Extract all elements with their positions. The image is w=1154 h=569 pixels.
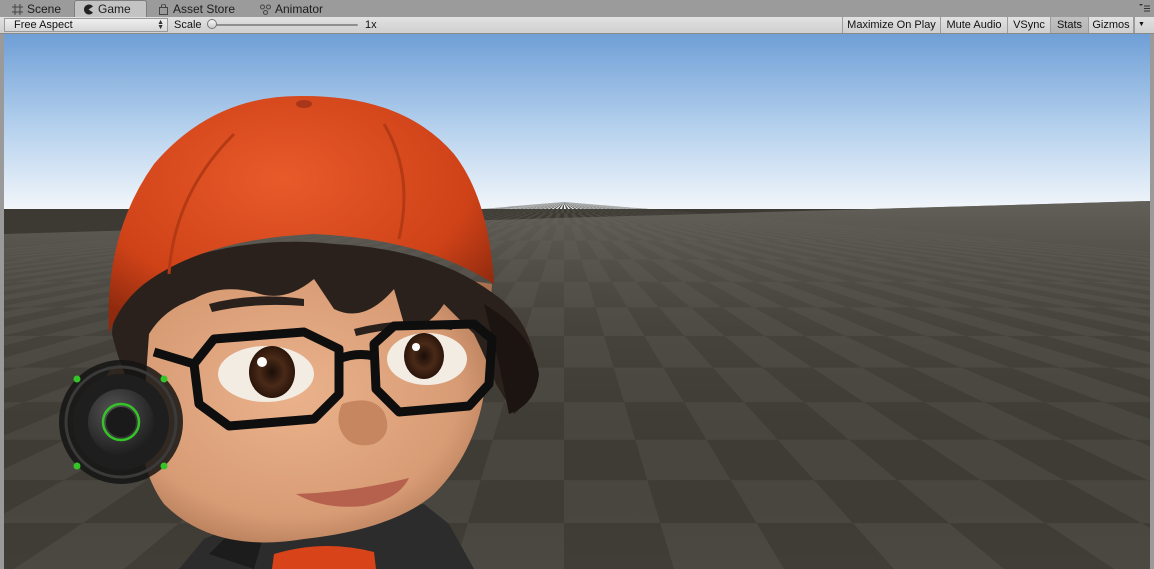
gizmos-dropdown-arrow-icon[interactable]: ▼ bbox=[1134, 17, 1148, 33]
tab-animator[interactable]: Animator bbox=[252, 1, 331, 17]
game-toolbar: Free Aspect ▲ ▼ Scale 1x Maximize On Play… bbox=[0, 17, 1154, 34]
aspect-value: Free Aspect bbox=[14, 19, 73, 31]
virtual-joystick[interactable] bbox=[59, 360, 183, 484]
dropdown-arrows-icon: ▲ ▼ bbox=[157, 19, 164, 31]
tab-asset-store-label: Asset Store bbox=[173, 2, 236, 16]
gizmos-button[interactable]: Gizmos bbox=[1088, 17, 1134, 33]
tab-game-label: Game bbox=[98, 2, 131, 16]
bag-icon bbox=[159, 3, 168, 15]
tab-animator-label: Animator bbox=[275, 2, 324, 16]
tab-scene-label: Scene bbox=[27, 2, 62, 16]
tab-asset-store[interactable]: Asset Store bbox=[150, 1, 243, 17]
tab-game[interactable]: Game bbox=[74, 0, 147, 17]
panel-menu-icon[interactable] bbox=[1138, 3, 1150, 13]
stats-button[interactable]: Stats bbox=[1050, 17, 1088, 33]
pacman-icon bbox=[84, 4, 93, 15]
scale-label: Scale bbox=[174, 19, 202, 31]
nodes-icon bbox=[260, 4, 271, 15]
aspect-dropdown[interactable]: Free Aspect ▲ ▼ bbox=[4, 18, 168, 32]
grid-icon bbox=[12, 3, 23, 15]
scale-slider-track[interactable] bbox=[210, 24, 358, 26]
maximize-on-play-button[interactable]: Maximize On Play bbox=[842, 17, 940, 33]
mute-audio-button[interactable]: Mute Audio bbox=[940, 17, 1007, 33]
tab-bar: Scene Game Asset Store Animator bbox=[0, 0, 1154, 17]
scale-slider-thumb[interactable] bbox=[207, 19, 217, 29]
game-render bbox=[4, 34, 1150, 569]
tab-scene[interactable]: Scene bbox=[4, 1, 69, 17]
vsync-button[interactable]: VSync bbox=[1007, 17, 1050, 33]
game-viewport[interactable] bbox=[4, 34, 1150, 569]
scale-value: 1x bbox=[365, 19, 377, 31]
